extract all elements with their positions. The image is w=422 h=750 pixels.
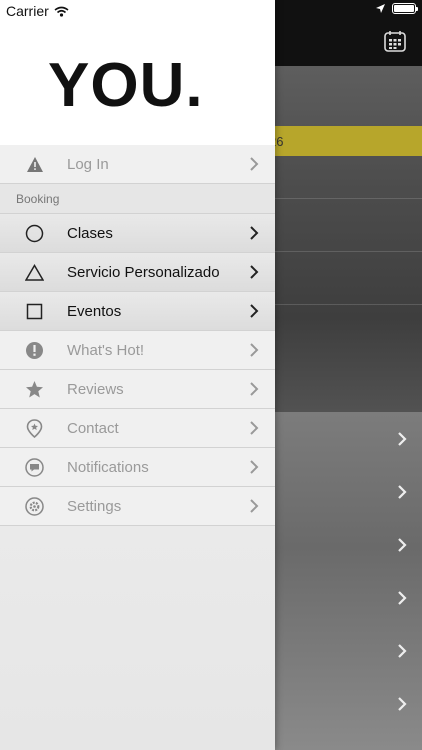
chevron-right-icon[interactable] [396, 590, 408, 606]
chevron-right-icon [250, 460, 259, 474]
location-arrow-icon [376, 4, 385, 13]
section-header-booking: Booking [0, 184, 275, 214]
menu-item-label: Settings [67, 497, 122, 515]
chevron-right-icon [250, 304, 259, 318]
chevron-right-icon[interactable] [396, 643, 408, 659]
star-icon [25, 380, 44, 399]
menu-item-label: Contact [67, 419, 119, 437]
square-icon [25, 302, 44, 321]
menu-item-whats-hot[interactable]: What's Hot! [0, 331, 275, 370]
drawer-menu: Log In Booking Clases Servicio Personali… [0, 145, 275, 526]
chevron-right-icon [250, 421, 259, 435]
gear-icon [25, 497, 44, 516]
chevron-right-icon [250, 499, 259, 513]
status-icons [375, 3, 418, 14]
chevron-right-icon [250, 343, 259, 357]
app-logo: YOU. [48, 51, 204, 120]
menu-item-reviews[interactable]: Reviews [0, 370, 275, 409]
chevron-right-icon[interactable] [396, 696, 408, 712]
clock: 4:01 PM [184, 3, 238, 19]
menu-item-clases[interactable]: Clases [0, 214, 275, 253]
logo-area: YOU. [0, 0, 275, 145]
chevron-right-icon [250, 382, 259, 396]
chevron-right-icon[interactable] [396, 484, 408, 500]
menu-item-contact[interactable]: Contact [0, 409, 275, 448]
menu-item-notifications[interactable]: Notifications [0, 448, 275, 487]
menu-item-settings[interactable]: Settings [0, 487, 275, 526]
triangle-icon [25, 263, 44, 282]
menu-item-label: Notifications [67, 458, 149, 476]
exclamation-icon [25, 341, 44, 360]
chat-bubble-icon [25, 458, 44, 477]
menu-item-login[interactable]: Log In [0, 145, 275, 184]
menu-item-label: Servicio Personalizado [67, 263, 220, 281]
chevron-right-icon [250, 226, 259, 240]
menu-item-label: What's Hot! [67, 341, 145, 359]
menu-item-label: Clases [67, 224, 113, 242]
battery-icon [392, 3, 418, 14]
chevron-right-icon[interactable] [396, 537, 408, 553]
calendar-icon[interactable] [383, 29, 407, 53]
menu-item-servicio-personalizado[interactable]: Servicio Personalizado [0, 253, 275, 292]
menu-item-eventos[interactable]: Eventos [0, 292, 275, 331]
menu-item-label: Reviews [67, 380, 124, 398]
menu-item-label: Eventos [67, 302, 122, 320]
chevron-right-icon [250, 265, 259, 279]
side-drawer: YOU. Log In Booking Clases Servicio Pers… [0, 0, 275, 750]
location-pin-icon [25, 419, 44, 438]
menu-item-label: Log In [67, 155, 109, 173]
chevron-right-icon [250, 157, 259, 171]
chevron-right-icon[interactable] [396, 431, 408, 447]
circle-icon [25, 224, 44, 243]
status-bar: Carrier 4:01 PM [0, 0, 422, 21]
section-label: Booking [16, 192, 60, 206]
warning-icon [25, 155, 44, 174]
